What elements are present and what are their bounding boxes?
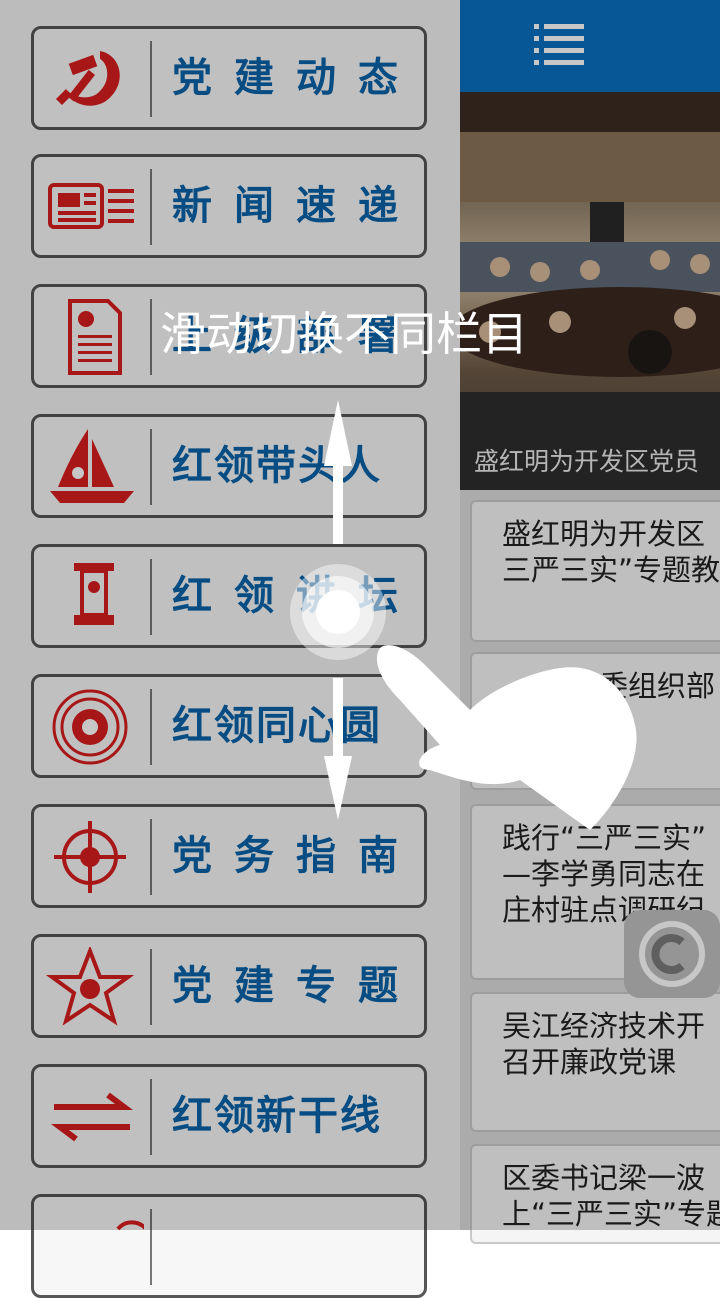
up-arrow-icon [324, 400, 352, 544]
touch-point-icon [290, 564, 386, 660]
swipe-gesture-guide [290, 400, 637, 830]
down-arrow-icon [324, 678, 352, 820]
pointing-hand-icon [376, 645, 637, 830]
